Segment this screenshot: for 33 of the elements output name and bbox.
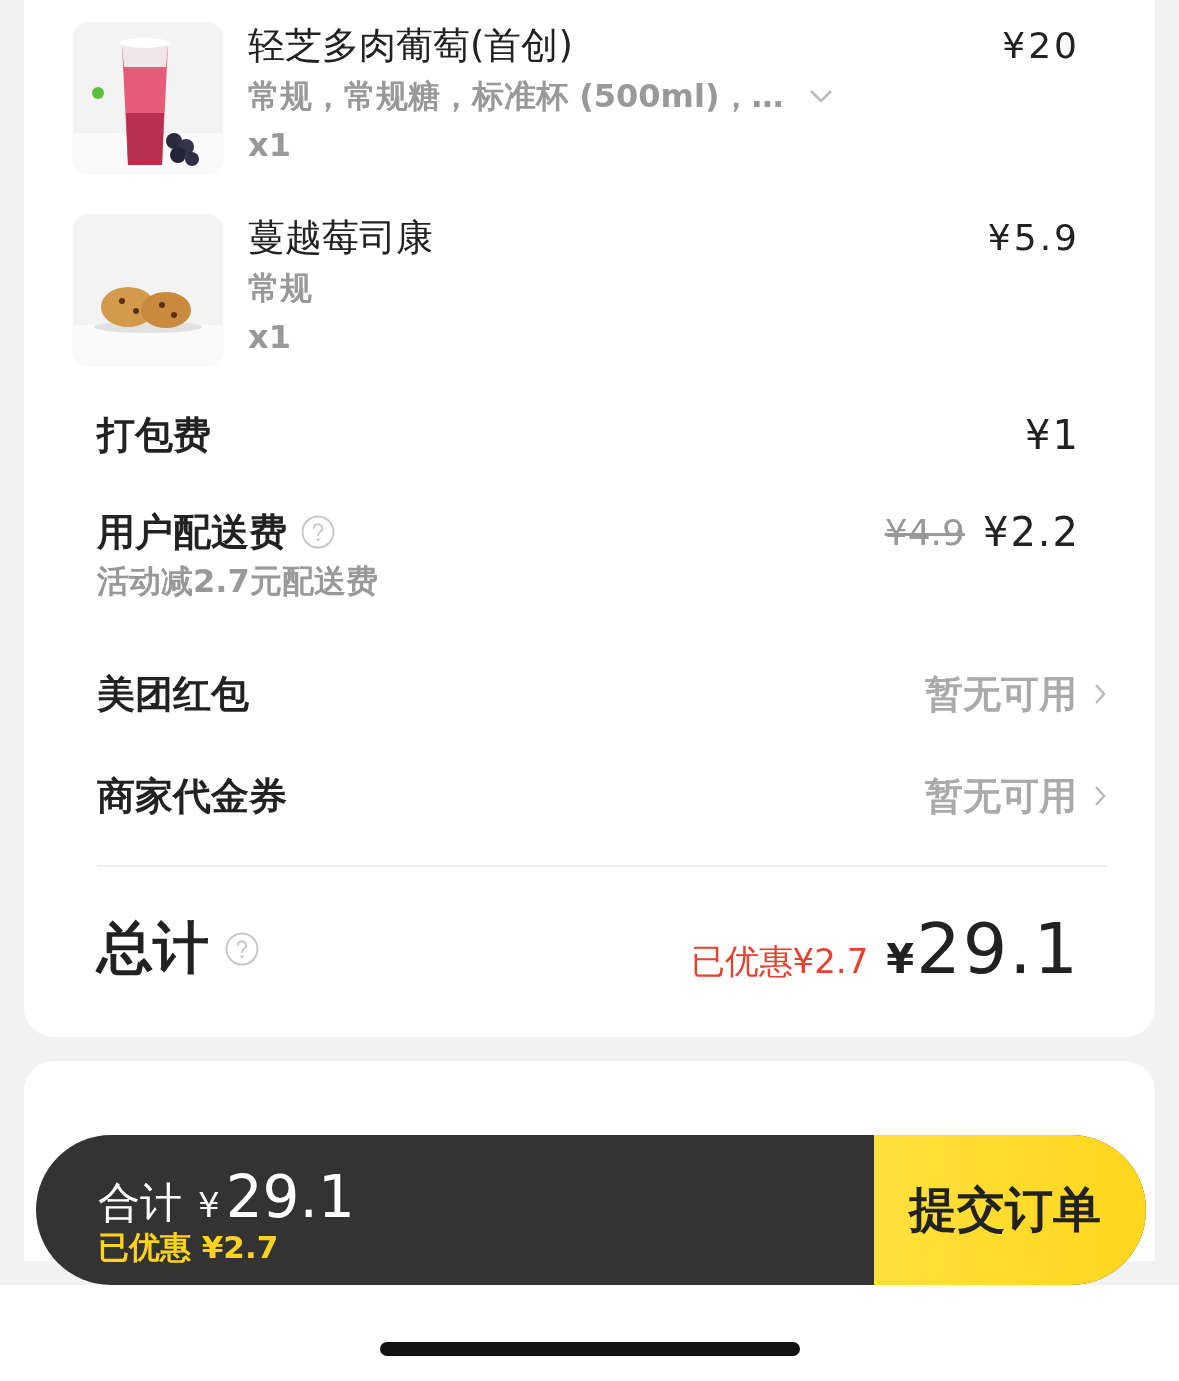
help-icon[interactable] <box>225 932 259 966</box>
product-name: 轻芝多肉葡萄(首创) <box>248 23 573 69</box>
coupon-selector[interactable]: 暂无可用 <box>925 668 1107 720</box>
fee-price: ¥1 <box>1025 412 1080 458</box>
fee-note: 活动减2.7元配送费 <box>97 561 379 602</box>
product-price: ¥5.9 <box>987 216 1080 260</box>
original-price: ¥4.9 <box>884 511 965 553</box>
discount-text: 已优惠¥2.7 <box>690 940 869 983</box>
chevron-right-icon <box>1093 784 1107 808</box>
home-indicator[interactable] <box>380 1342 800 1356</box>
product-price: ¥20 <box>1002 24 1080 68</box>
coupon-selector[interactable]: 暂无可用 <box>925 770 1107 822</box>
fee-label: 打包费 <box>97 412 211 459</box>
fee-price: ¥2.2 <box>982 509 1080 555</box>
coupon-label: 美团红包 <box>97 670 249 718</box>
product-quantity: x1 <box>248 317 292 358</box>
product-quantity: x1 <box>248 125 292 166</box>
chevron-right-icon <box>1093 682 1107 706</box>
help-icon[interactable] <box>301 515 335 549</box>
product-options: 常规，常规糖，标准杯 (500ml)，… <box>248 73 784 119</box>
currency-sign: ¥ <box>198 1185 220 1225</box>
product-options: 常规 <box>248 265 312 311</box>
discount-text: 已优惠 ¥2.7 <box>98 1228 280 1267</box>
currency-sign: ¥ <box>886 936 915 982</box>
total-amount: 29.1 <box>225 1163 355 1231</box>
total-label: 总计 <box>97 914 209 982</box>
coupon-label: 商家代金券 <box>97 772 287 820</box>
total-label: 合计 <box>98 1177 182 1229</box>
chevron-down-icon[interactable] <box>807 88 834 104</box>
product-name: 蔓越莓司康 <box>248 215 433 261</box>
submit-order-button[interactable]: 提交订单 <box>874 1135 1146 1285</box>
fee-label: 用户配送费 <box>97 509 287 556</box>
total-amount: 29.1 <box>916 908 1080 990</box>
